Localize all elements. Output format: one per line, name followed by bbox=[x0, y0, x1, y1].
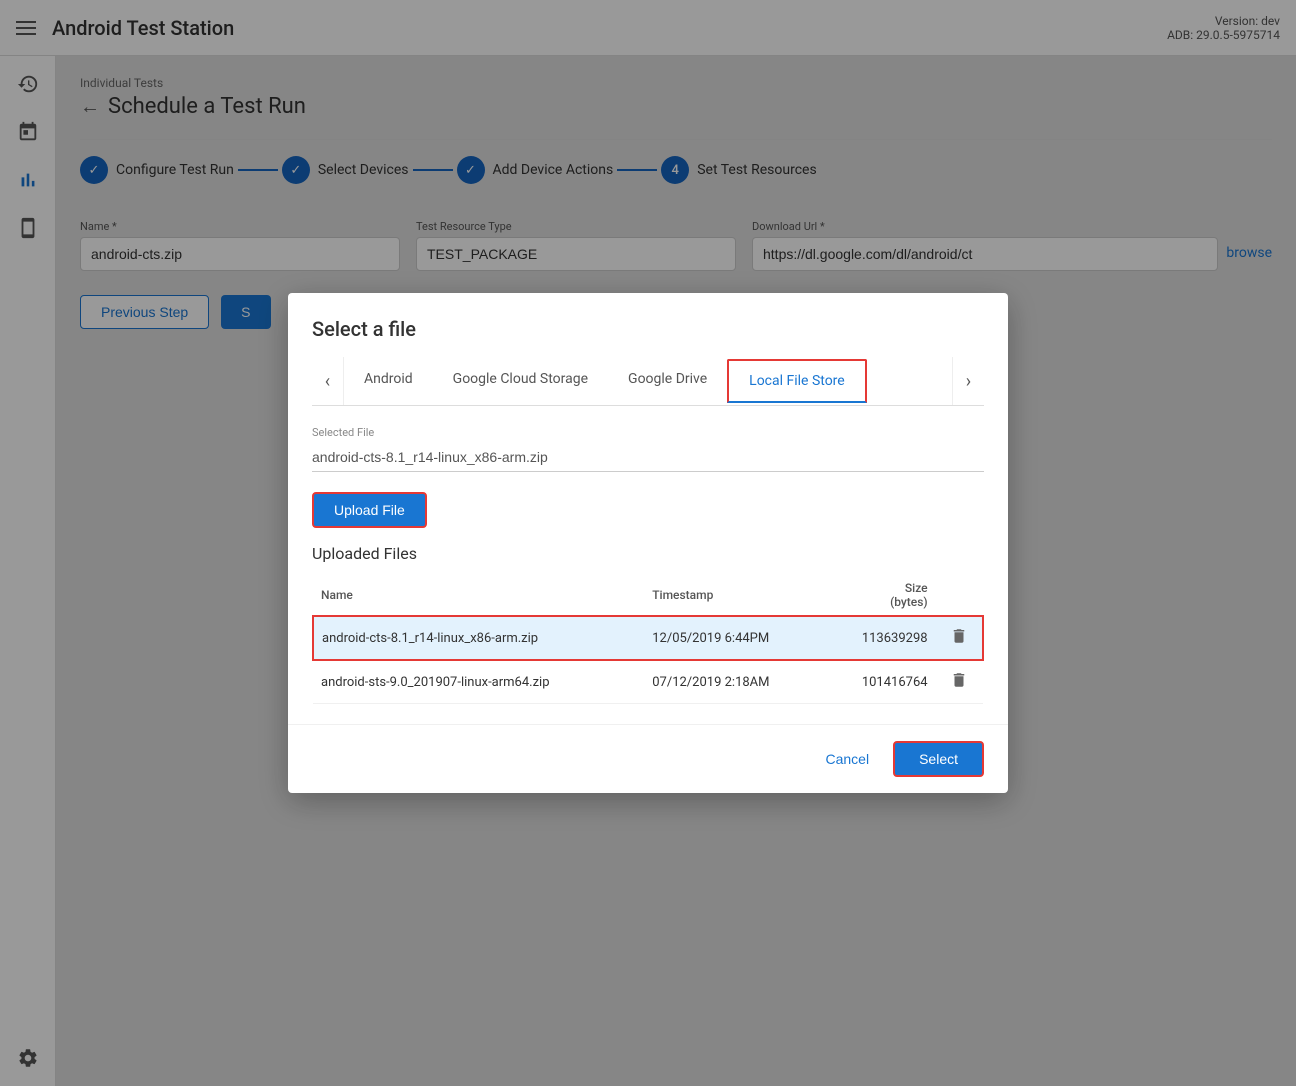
col-action bbox=[936, 575, 983, 616]
upload-file-button[interactable]: Upload File bbox=[312, 492, 427, 528]
tab-gcs[interactable]: Google Cloud Storage bbox=[433, 359, 608, 403]
delete-icon-2[interactable] bbox=[936, 660, 983, 704]
col-timestamp: Timestamp bbox=[644, 575, 825, 616]
file-timestamp-1: 12/05/2019 6:44PM bbox=[644, 616, 825, 660]
tab-next-arrow[interactable]: › bbox=[952, 357, 984, 405]
modal-title: Select a file bbox=[312, 317, 984, 341]
file-row-1[interactable]: android-cts-8.1_r14-linux_x86-arm.zip 12… bbox=[313, 616, 983, 660]
col-name: Name bbox=[313, 575, 644, 616]
modal-body: Selected File Upload File Uploaded Files… bbox=[288, 406, 1008, 724]
tab-local[interactable]: Local File Store bbox=[727, 359, 867, 403]
modal-header: Select a file ‹ Android Google Cloud Sto… bbox=[288, 293, 1008, 406]
selected-file-input[interactable] bbox=[312, 443, 984, 472]
tabs-list: Android Google Cloud Storage Google Driv… bbox=[344, 359, 952, 403]
modal-footer: Cancel Select bbox=[288, 724, 1008, 793]
tab-gdrive[interactable]: Google Drive bbox=[608, 359, 727, 403]
cancel-button[interactable]: Cancel bbox=[813, 743, 881, 775]
file-name-2: android-sts-9.0_201907-linux-arm64.zip bbox=[313, 660, 644, 704]
file-size-2: 101416764 bbox=[825, 660, 936, 704]
file-timestamp-2: 07/12/2019 2:18AM bbox=[644, 660, 825, 704]
select-button[interactable]: Select bbox=[893, 741, 984, 777]
modal-overlay: Select a file ‹ Android Google Cloud Sto… bbox=[0, 0, 1296, 1086]
tabs-container: ‹ Android Google Cloud Storage Google Dr… bbox=[312, 357, 984, 406]
tab-android[interactable]: Android bbox=[344, 359, 433, 403]
modal: Select a file ‹ Android Google Cloud Sto… bbox=[288, 293, 1008, 793]
uploaded-files-title: Uploaded Files bbox=[312, 544, 984, 563]
col-size: Size(bytes) bbox=[825, 575, 936, 616]
file-table: Name Timestamp Size(bytes) android-cts-8… bbox=[312, 575, 984, 704]
delete-icon-1[interactable] bbox=[936, 616, 983, 660]
file-size-1: 113639298 bbox=[825, 616, 936, 660]
tab-prev-arrow[interactable]: ‹ bbox=[312, 357, 344, 405]
file-row-2[interactable]: android-sts-9.0_201907-linux-arm64.zip 0… bbox=[313, 660, 983, 704]
selected-file-label: Selected File bbox=[312, 426, 984, 439]
file-name-1: android-cts-8.1_r14-linux_x86-arm.zip bbox=[313, 616, 644, 660]
